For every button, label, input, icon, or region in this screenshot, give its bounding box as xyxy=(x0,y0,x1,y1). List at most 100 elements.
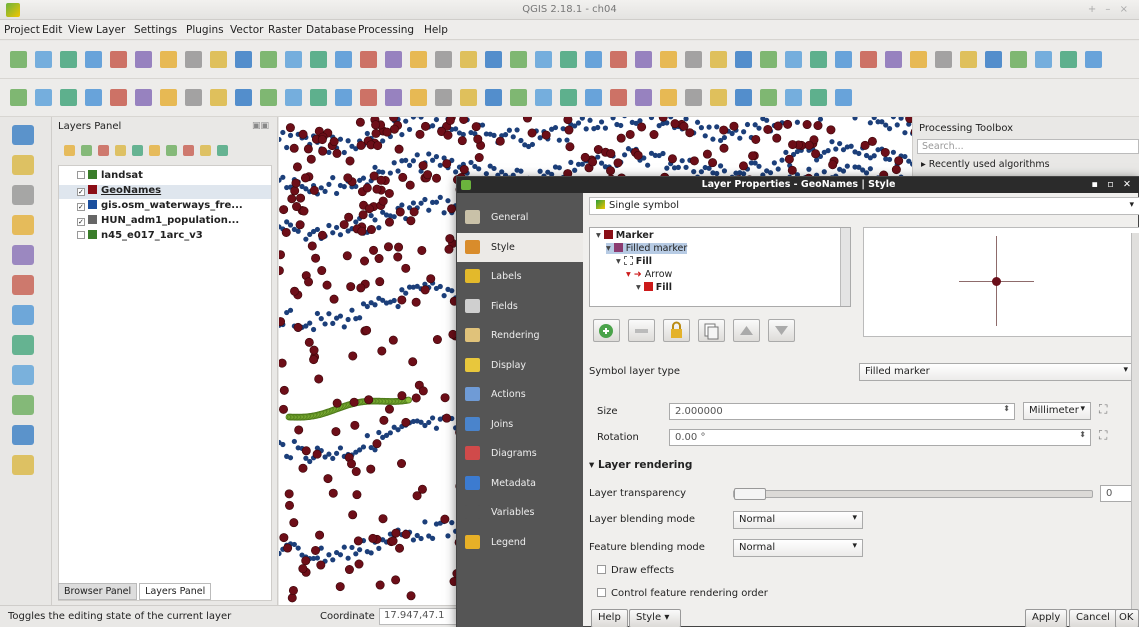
expand-arrow-icon[interactable]: ▾ xyxy=(606,243,614,254)
add-layer-icon[interactable] xyxy=(12,185,34,205)
add-layer-icon[interactable] xyxy=(12,455,34,475)
window-controls[interactable]: + – × xyxy=(1088,4,1131,15)
spin-arrows-icon[interactable]: ⬍ xyxy=(1079,430,1086,439)
layer-visibility-checkbox[interactable] xyxy=(77,231,85,239)
toolbar-tool-icon[interactable] xyxy=(460,89,477,106)
expand-arrow-icon[interactable]: ▾ xyxy=(596,230,604,241)
nav-item-fields[interactable]: Fields xyxy=(457,292,583,321)
layer-tool-icon[interactable] xyxy=(166,145,177,156)
feature-blending-select[interactable]: Normal ▾ xyxy=(733,539,863,557)
toolbar-tool-icon[interactable] xyxy=(60,89,77,106)
ok-button[interactable]: OK xyxy=(1115,609,1139,627)
layer-item[interactable]: ✓ GeoNames xyxy=(59,185,271,199)
symbol-tree-item[interactable]: ▾ Marker xyxy=(596,230,654,241)
toolbar-tool-icon[interactable] xyxy=(835,89,852,106)
layer-tool-icon[interactable] xyxy=(115,145,126,156)
nav-item-variables[interactable]: Variables xyxy=(457,498,583,527)
toolbar-tool-icon[interactable] xyxy=(760,89,777,106)
toolbar-tool-icon[interactable] xyxy=(310,89,327,106)
toolbar-tool-icon[interactable] xyxy=(485,89,502,106)
toolbar-tool-icon[interactable] xyxy=(385,51,402,68)
menu-help[interactable]: Help xyxy=(424,24,448,36)
expand-arrow-icon[interactable]: ▾ xyxy=(616,256,624,267)
toolbar-tool-icon[interactable] xyxy=(1035,51,1052,68)
layer-tool-icon[interactable] xyxy=(200,145,211,156)
layer-tool-icon[interactable] xyxy=(183,145,194,156)
toolbar-tool-icon[interactable] xyxy=(135,89,152,106)
toolbar-tool-icon[interactable] xyxy=(685,89,702,106)
layer-visibility-checkbox[interactable]: ✓ xyxy=(77,188,85,196)
toolbar-tool-icon[interactable] xyxy=(560,89,577,106)
menu-view[interactable]: View xyxy=(68,24,93,36)
add-layer-icon[interactable] xyxy=(12,365,34,385)
lock-layer-button[interactable] xyxy=(663,319,690,342)
toolbar-tool-icon[interactable] xyxy=(510,51,527,68)
toolbar-tool-icon[interactable] xyxy=(285,51,302,68)
menu-raster[interactable]: Raster xyxy=(268,24,302,36)
toolbar-tool-icon[interactable] xyxy=(985,51,1002,68)
toolbar-tool-icon[interactable] xyxy=(410,89,427,106)
pane-scrollbar[interactable] xyxy=(1131,233,1139,623)
toolbar-tool-icon[interactable] xyxy=(660,51,677,68)
toolbar-tool-icon[interactable] xyxy=(235,89,252,106)
toolbar-tool-icon[interactable] xyxy=(535,89,552,106)
layer-tool-icon[interactable] xyxy=(132,145,143,156)
toolbar-tool-icon[interactable] xyxy=(335,51,352,68)
layer-tool-icon[interactable] xyxy=(149,145,160,156)
toolbar-tool-icon[interactable] xyxy=(60,51,77,68)
toolbar-tool-icon[interactable] xyxy=(710,51,727,68)
toolbar-tool-icon[interactable] xyxy=(310,51,327,68)
transparency-input[interactable]: 0 xyxy=(1100,485,1134,502)
toolbar-tool-icon[interactable] xyxy=(435,51,452,68)
style-menu-button[interactable]: Style ▾ xyxy=(629,609,681,627)
add-symbol-layer-button[interactable] xyxy=(593,319,620,342)
toolbar-tool-icon[interactable] xyxy=(585,89,602,106)
apply-button[interactable]: Apply xyxy=(1025,609,1068,627)
coordinate-field[interactable]: 17.947,47.1 xyxy=(379,608,463,625)
expand-arrow-icon[interactable]: ▾ ➜ xyxy=(626,269,645,280)
toolbar-tool-icon[interactable] xyxy=(110,51,127,68)
tab-browser-panel[interactable]: Browser Panel xyxy=(58,583,138,600)
rotation-input[interactable]: 0.00 ° ⬍ xyxy=(669,429,1091,446)
move-down-button[interactable] xyxy=(768,319,795,342)
layer-tool-icon[interactable] xyxy=(98,145,109,156)
size-unit-select[interactable]: Millimeter ▾ xyxy=(1023,402,1091,420)
toolbar-tool-icon[interactable] xyxy=(185,89,202,106)
toolbar-tool-icon[interactable] xyxy=(110,89,127,106)
nav-item-diagrams[interactable]: Diagrams xyxy=(457,439,583,468)
toolbar-tool-icon[interactable] xyxy=(735,89,752,106)
nav-item-joins[interactable]: Joins xyxy=(457,410,583,439)
nav-item-rendering[interactable]: Rendering xyxy=(457,321,583,350)
symbol-tree-item[interactable]: ▾ Filled marker xyxy=(606,243,688,254)
layer-visibility-checkbox[interactable] xyxy=(77,171,85,179)
layer-visibility-checkbox[interactable]: ✓ xyxy=(77,218,85,226)
toolbar-tool-icon[interactable] xyxy=(610,51,627,68)
toolbar-tool-icon[interactable] xyxy=(1060,51,1077,68)
toolbar-tool-icon[interactable] xyxy=(1010,51,1027,68)
size-input[interactable]: 2.000000 ⬍ xyxy=(669,403,1015,420)
symbol-tree-scrollbar[interactable] xyxy=(840,228,850,306)
toolbar-tool-icon[interactable] xyxy=(1085,51,1102,68)
toolbar-tool-icon[interactable] xyxy=(85,89,102,106)
layer-visibility-checkbox[interactable]: ✓ xyxy=(77,203,85,211)
toolbar-tool-icon[interactable] xyxy=(885,51,902,68)
toolbar-tool-icon[interactable] xyxy=(535,51,552,68)
expand-arrow-icon[interactable]: ▾ xyxy=(636,282,644,293)
add-layer-icon[interactable] xyxy=(12,245,34,265)
toolbar-tool-icon[interactable] xyxy=(760,51,777,68)
toolbar-tool-icon[interactable] xyxy=(785,51,802,68)
toolbar-tool-icon[interactable] xyxy=(135,51,152,68)
toolbar-tool-icon[interactable] xyxy=(810,51,827,68)
toolbar-tool-icon[interactable] xyxy=(485,51,502,68)
nav-item-display[interactable]: Display xyxy=(457,351,583,380)
symbol-tree-item[interactable]: ▾ Fill xyxy=(616,256,652,267)
nav-item-actions[interactable]: Actions xyxy=(457,380,583,409)
data-defined-override-icon[interactable]: ⛶ xyxy=(1099,428,1107,443)
menu-layer[interactable]: Layer xyxy=(96,24,125,36)
recent-algorithms[interactable]: ▸ Recently used algorithms xyxy=(921,159,1050,170)
add-layer-icon[interactable] xyxy=(12,215,34,235)
layer-item[interactable]: ✓ gis.osm_waterways_fre... xyxy=(59,200,271,214)
toolbar-tool-icon[interactable] xyxy=(935,51,952,68)
toolbar-tool-icon[interactable] xyxy=(435,89,452,106)
toolbar-tool-icon[interactable] xyxy=(585,51,602,68)
